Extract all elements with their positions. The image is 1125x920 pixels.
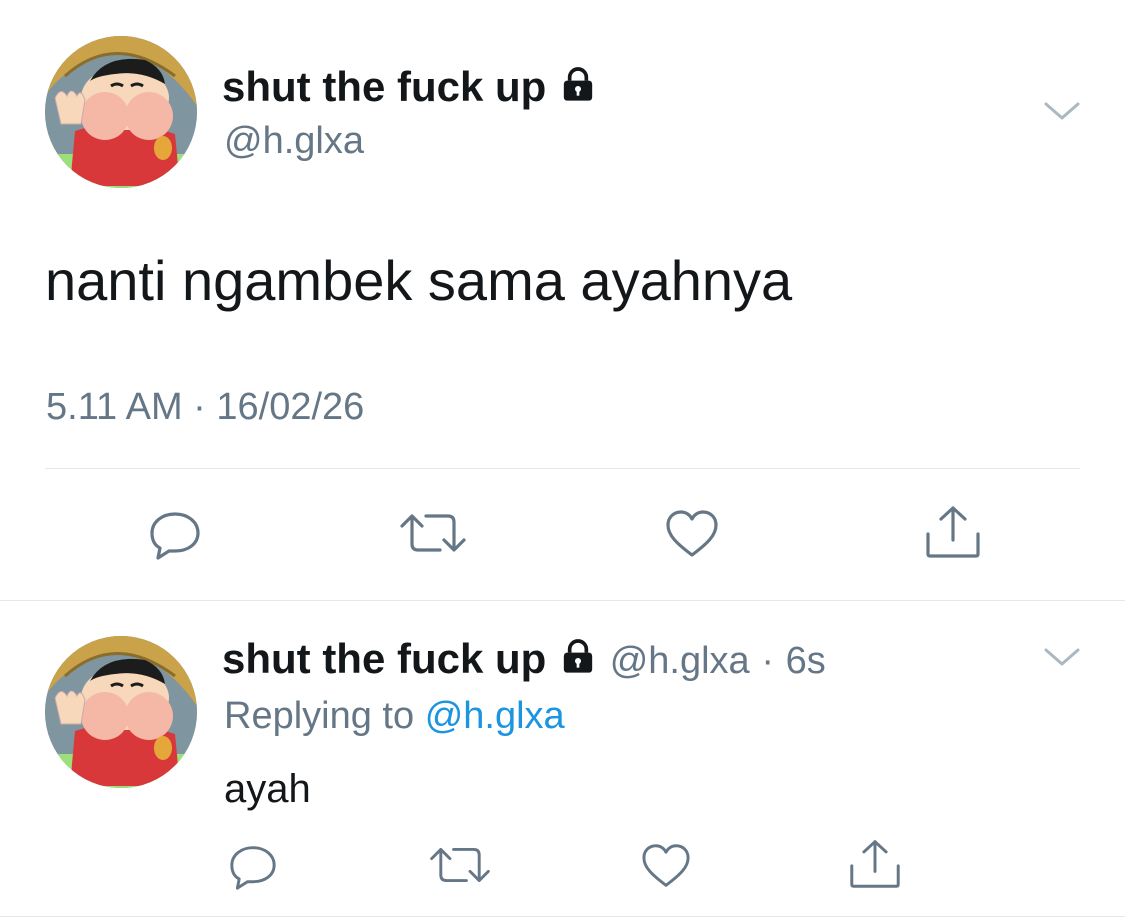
reply-icon[interactable] — [228, 844, 278, 890]
timestamp-separator: · — [193, 386, 206, 428]
share-icon[interactable] — [924, 504, 982, 560]
handle[interactable]: @h.glxa — [224, 118, 364, 164]
replying-to-link[interactable]: @h.glxa — [425, 695, 565, 737]
tweet-date: 16/02/26 — [216, 386, 365, 428]
reply-icon[interactable] — [148, 510, 202, 560]
chevron-down-icon[interactable] — [1042, 96, 1082, 126]
avatar-image — [45, 36, 197, 188]
meta-separator: · — [761, 640, 774, 682]
tweet-age: 6s — [785, 640, 826, 682]
lock-icon — [558, 636, 598, 687]
divider — [45, 468, 1080, 469]
tweet-time: 5.11 AM — [46, 386, 183, 428]
replying-to: Replying to @h.glxa — [224, 693, 565, 739]
display-name[interactable]: shut the fuck up — [222, 62, 598, 115]
reply-header: shut the fuck up @h.glxa · 6s — [222, 634, 826, 687]
display-name-text[interactable]: shut the fuck up — [222, 63, 546, 110]
lock-icon — [558, 64, 598, 115]
chevron-down-icon[interactable] — [1042, 642, 1082, 672]
tweet-text: nanti ngambek sama ayahnya — [45, 249, 793, 312]
avatar[interactable] — [45, 636, 197, 788]
divider — [0, 916, 1125, 917]
like-icon[interactable] — [664, 509, 720, 559]
share-icon[interactable] — [848, 838, 902, 890]
handle[interactable]: @h.glxa — [610, 640, 750, 682]
display-name-text[interactable]: shut the fuck up — [222, 635, 546, 682]
retweet-icon[interactable] — [428, 842, 492, 888]
avatar-image — [45, 636, 197, 788]
reply-text: ayah — [224, 767, 311, 811]
retweet-icon[interactable] — [398, 508, 468, 558]
replying-to-prefix: Replying to — [224, 695, 415, 737]
avatar[interactable] — [45, 36, 197, 188]
timestamp: 5.11 AM · 16/02/26 — [46, 384, 364, 430]
divider — [0, 600, 1125, 601]
like-icon[interactable] — [640, 843, 692, 889]
